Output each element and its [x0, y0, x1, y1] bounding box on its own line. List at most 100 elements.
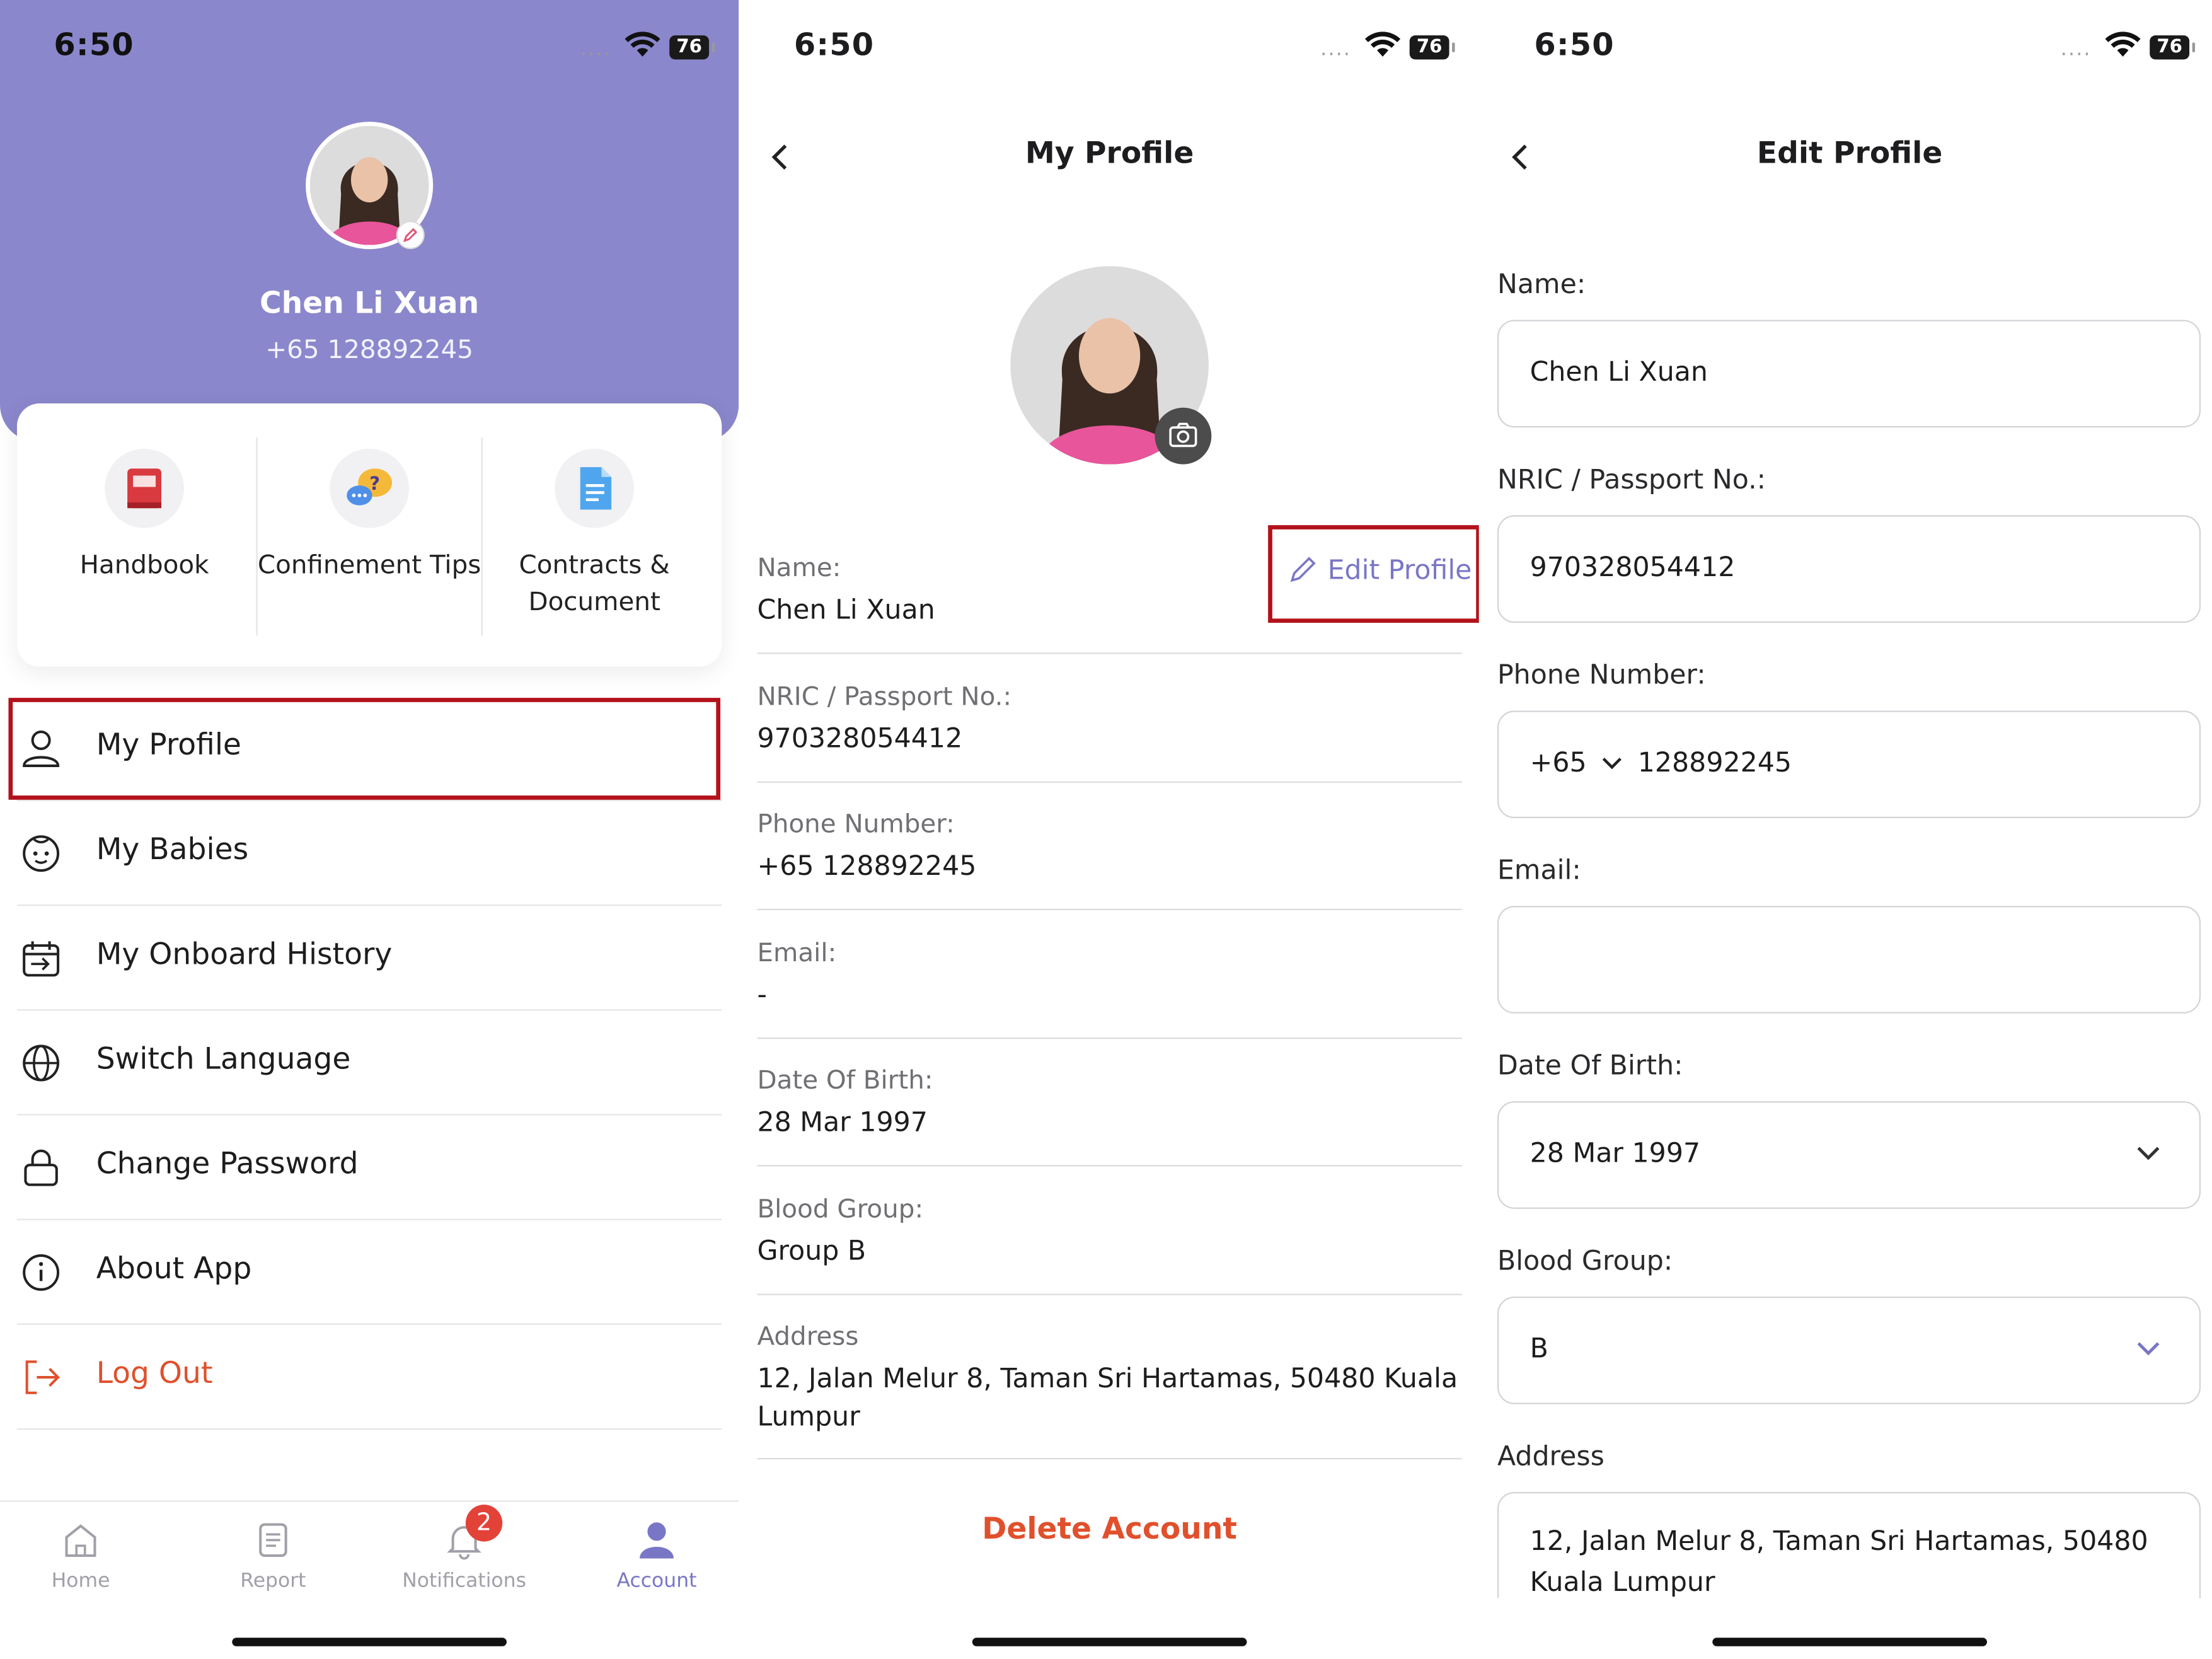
phone-label: Phone Number:	[1497, 659, 1706, 691]
field-label: NRIC / Passport No.:	[757, 682, 1012, 712]
field-value: +65 128892245	[757, 850, 977, 882]
bottom-safe-area	[1480, 1598, 2212, 1659]
status-bar: 6:50 .... 76	[1480, 0, 2212, 96]
profile-field-dob: Date Of Birth: 28 Mar 1997	[757, 1066, 1462, 1167]
signal-icon: ....	[2060, 38, 2092, 61]
tab-home[interactable]: Home	[0, 1519, 166, 1593]
home-indicator	[232, 1638, 507, 1646]
quick-action-label: Confinement Tips	[257, 550, 481, 581]
dob-select[interactable]: 28 Mar 1997	[1497, 1101, 2201, 1209]
logout-icon	[25, 1360, 60, 1394]
user-name: Chen Li Xuan	[260, 286, 480, 320]
quick-action-contracts[interactable]: Contracts & Document	[481, 446, 708, 621]
account-menu: My Profile My Babies My Onboard History …	[16, 697, 722, 1430]
status-time: 6:50	[54, 28, 134, 64]
field-label: Address	[757, 1322, 859, 1352]
tab-label: Home	[51, 1569, 110, 1593]
account-screen: 6:50 .... 76 Chen Li Xuan +65 128892245 …	[0, 0, 739, 1659]
menu-item-my-babies[interactable]: My Babies	[16, 801, 722, 906]
field-value: 28 Mar 1997	[757, 1107, 928, 1138]
svg-text:?: ?	[369, 473, 380, 494]
field-label: Date Of Birth:	[757, 1066, 933, 1096]
tab-notifications[interactable]: Notifications	[379, 1519, 549, 1593]
status-bar: 6:50 .... 76	[0, 0, 739, 96]
field-value: 970328054412	[757, 723, 963, 754]
document-icon	[580, 467, 612, 510]
quick-action-handbook[interactable]: Handbook	[31, 446, 257, 584]
battery-icon: 76	[1409, 35, 1455, 60]
wifi-icon	[2105, 32, 2141, 57]
page-title: My Profile	[1025, 136, 1194, 170]
name-input[interactable]: Chen Li Xuan	[1497, 320, 2201, 428]
field-label: Blood Group:	[757, 1194, 924, 1225]
menu-item-label: My Babies	[96, 832, 249, 867]
status-time: 6:50	[1534, 28, 1615, 64]
battery-icon: 76	[2150, 35, 2196, 60]
signal-icon: ....	[580, 38, 611, 61]
lock-icon	[24, 1149, 58, 1186]
home-icon	[65, 1524, 96, 1558]
profile-field-address: Address 12, Jalan Melur 8, Taman Sri Har…	[757, 1322, 1462, 1460]
wifi-icon	[1364, 32, 1401, 57]
book-icon	[127, 468, 162, 509]
field-label: Phone Number:	[757, 809, 955, 840]
notification-badge: 2	[465, 1505, 503, 1542]
country-code: +65	[1529, 747, 1587, 779]
input-value: 12, Jalan Melur 8, Taman Sri Hartamas, 5…	[1529, 1525, 2148, 1598]
field-value: 12, Jalan Melur 8, Taman Sri Hartamas, 5…	[757, 1363, 1458, 1433]
wifi-icon	[625, 32, 660, 57]
delete-account-button[interactable]: Delete Account	[740, 1512, 1479, 1546]
phone-input[interactable]: +65 128892245	[1497, 710, 2201, 819]
battery-icon: 76	[669, 35, 715, 60]
info-icon	[23, 1254, 60, 1291]
dob-label: Date Of Birth:	[1497, 1050, 1683, 1082]
page-title: Edit Profile	[1756, 136, 1943, 170]
menu-item-log-out[interactable]: Log Out	[16, 1325, 722, 1430]
email-input[interactable]	[1497, 906, 2201, 1014]
menu-item-label: Change Password	[96, 1147, 359, 1181]
highlight-box	[8, 698, 721, 800]
signal-icon: ....	[1320, 38, 1352, 61]
menu-item-change-password[interactable]: Change Password	[16, 1116, 722, 1220]
menu-item-onboard-history[interactable]: My Onboard History	[16, 906, 722, 1011]
edit-profile-screen: 6:50 .... 76 Edit Profile Name: Chen Li …	[1480, 0, 2212, 1659]
profile-field-email: Email: -	[757, 938, 1462, 1039]
nric-input[interactable]: 970328054412	[1497, 515, 2201, 623]
chat-question-icon: ?	[347, 468, 393, 506]
menu-item-label: Log Out	[96, 1356, 213, 1390]
camera-button[interactable]	[1155, 407, 1212, 465]
phone-number: 128892245	[1637, 747, 1792, 779]
home-indicator	[1712, 1638, 1987, 1646]
field-label: Name:	[757, 553, 841, 584]
country-code-select[interactable]: +65 128892245	[1530, 748, 1792, 778]
blood-group-label: Blood Group:	[1497, 1246, 1673, 1277]
edit-avatar-icon[interactable]	[396, 221, 425, 250]
tab-label: Notifications	[402, 1569, 526, 1593]
quick-action-label: Contracts & Document	[519, 550, 670, 618]
profile-field-nric: NRIC / Passport No.: 970328054412	[757, 682, 1462, 783]
menu-item-about-app[interactable]: About App	[16, 1220, 722, 1325]
tab-account[interactable]: Account	[572, 1519, 739, 1592]
chevron-down-icon	[2137, 1342, 2160, 1356]
input-value: Chen Li Xuan	[1529, 356, 1708, 388]
email-label: Email:	[1497, 855, 1581, 886]
menu-item-label: About App	[96, 1251, 252, 1286]
tab-report[interactable]: Report	[188, 1519, 358, 1592]
profile-field-blood-group: Blood Group: Group B	[757, 1194, 1462, 1295]
blood-group-select[interactable]: B	[1497, 1297, 2201, 1404]
baby-icon	[23, 835, 60, 872]
bottom-tab-bar: Home Report Notifications Account	[0, 1500, 739, 1659]
input-value: B	[1529, 1333, 1548, 1365]
nric-label: NRIC / Passport No.:	[1497, 464, 1766, 495]
quick-action-confinement-tips[interactable]: ? Confinement Tips	[256, 446, 482, 584]
status-bar: 6:50 .... 76	[740, 0, 1479, 96]
calendar-history-icon	[23, 941, 60, 977]
status-time: 6:50	[793, 28, 875, 64]
account-icon	[640, 1522, 674, 1559]
menu-item-switch-language[interactable]: Switch Language	[16, 1010, 722, 1116]
my-profile-screen: 6:50 .... 76 My Profile Edit Profile Nam…	[740, 0, 1479, 1659]
field-label: Email:	[757, 938, 837, 969]
field-value: Group B	[757, 1235, 867, 1267]
report-icon	[259, 1523, 287, 1558]
menu-item-label: Switch Language	[96, 1041, 351, 1076]
